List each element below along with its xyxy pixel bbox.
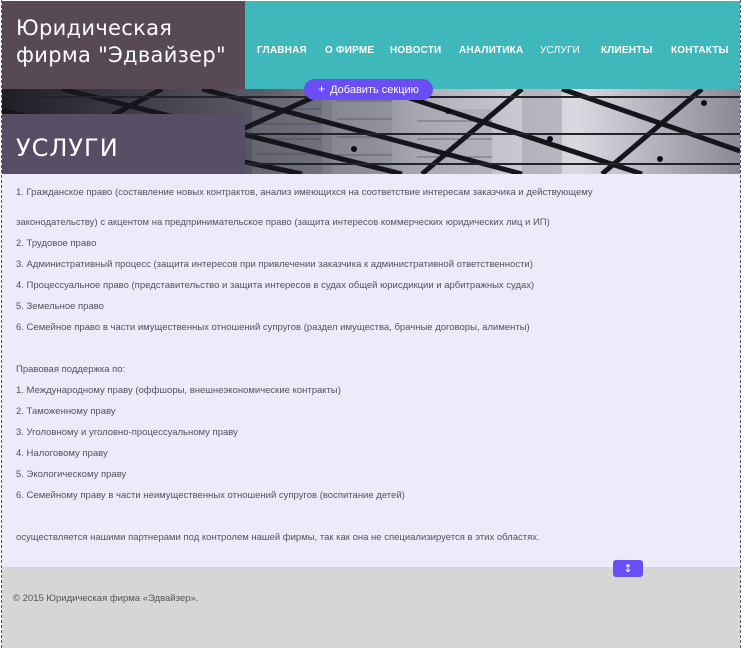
text-line: 5. Земельное право: [16, 301, 104, 312]
text-line: 1. Гражданское право (составление новых …: [16, 187, 593, 198]
text-line: 3. Уголовному и уголовно-процессуальному…: [16, 427, 238, 438]
editor-frame-right: [740, 0, 741, 648]
nav-item-contacts[interactable]: КОНТАКТЫ: [671, 45, 729, 56]
text-line: осуществляется нашими партнерами под кон…: [16, 532, 540, 543]
footer: © 2015 Юридическая фирма «Эдвайзер».: [2, 567, 740, 648]
add-section-label: Добавить секцию: [330, 84, 419, 96]
page: Юридическая фирма "Эдвайзер" ГЛАВНАЯ О Ф…: [0, 0, 744, 648]
text-line: 4. Процессуальное право (представительст…: [16, 280, 535, 291]
text-line: 3. Административный процесс (защита инте…: [16, 259, 533, 270]
text-line: 2. Таможенному праву: [16, 406, 116, 417]
nav-item-clients[interactable]: КЛИЕНТЫ: [601, 45, 653, 56]
text-line: 6. Семейное право в части имущественных …: [16, 322, 530, 333]
text-line: 5. Экологическому праву: [16, 469, 127, 480]
page-title: УСЛУГИ: [16, 134, 119, 162]
nav-item-services[interactable]: УСЛУГИ: [540, 45, 580, 56]
main-nav: ГЛАВНАЯ О ФИРМЕ НОВОСТИ АНАЛИТИКА УСЛУГИ…: [245, 1, 740, 89]
nav-item-news[interactable]: НОВОСТИ: [390, 45, 441, 56]
text-line: Правовая поддержка по:: [16, 364, 126, 375]
nav-item-about[interactable]: О ФИРМЕ: [325, 45, 374, 56]
site-title-line2: фирма "Эдвайзер": [16, 43, 226, 67]
text-line: 4. Налоговому праву: [16, 448, 108, 459]
text-line: 6. Семейному праву в части неимущественн…: [16, 490, 405, 501]
brand-block: Юридическая фирма "Эдвайзер": [2, 1, 245, 89]
footer-copyright: © 2015 Юридическая фирма «Эдвайзер».: [13, 593, 199, 604]
plus-icon: +: [318, 82, 326, 96]
text-line: 2. Трудовое право: [16, 238, 97, 249]
text-line: законодательству) с акцентом на предприн…: [16, 217, 550, 228]
text-line: 1. Международному праву (оффшоры, внешне…: [16, 385, 341, 396]
nav-item-home[interactable]: ГЛАВНАЯ: [257, 45, 307, 56]
nav-item-analytics[interactable]: АНАЛИТИКА: [459, 45, 523, 56]
site-title-line1: Юридическая: [16, 16, 173, 40]
page-title-box: УСЛУГИ: [2, 114, 245, 174]
top-edge: [0, 0, 744, 1]
vertical-resize-icon[interactable]: ↕: [613, 560, 643, 577]
site-title[interactable]: Юридическая фирма "Эдвайзер": [16, 15, 242, 69]
add-section-button[interactable]: + Добавить секцию: [304, 79, 433, 100]
editor-frame-left: [1, 0, 2, 648]
services-content: 1. Гражданское право (составление новых …: [2, 174, 740, 567]
